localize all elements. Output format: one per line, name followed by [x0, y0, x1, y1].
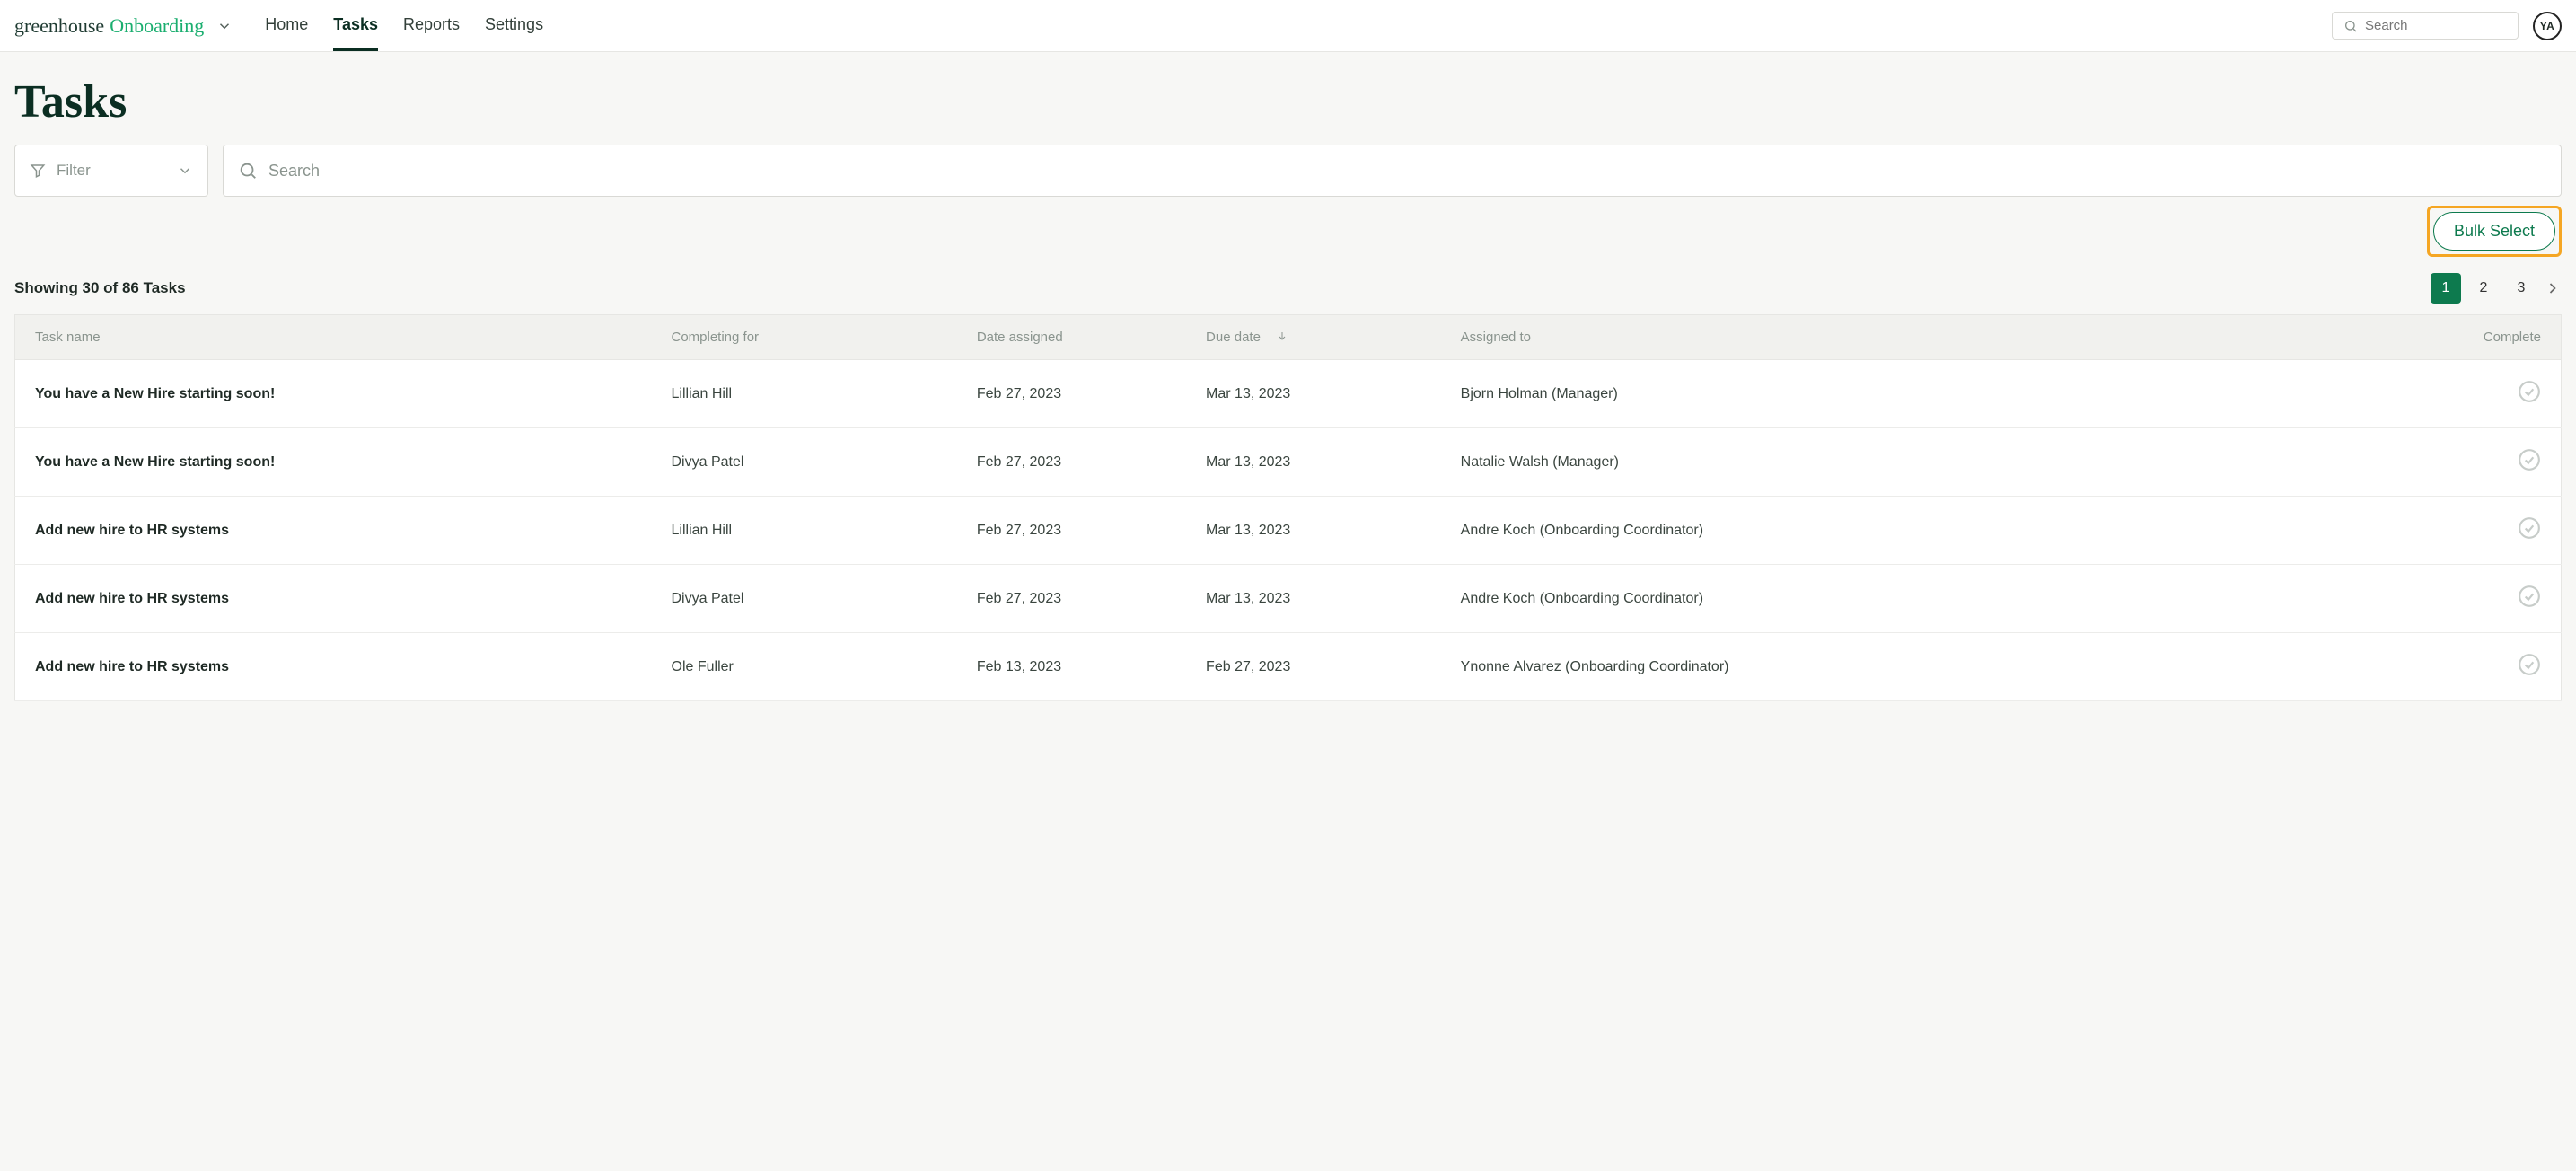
check-circle-icon [2518, 380, 2541, 403]
filter-dropdown[interactable]: Filter [14, 145, 208, 197]
table-row[interactable]: Add new hire to HR systemsLillian HillFe… [15, 497, 2562, 565]
filter-label: Filter [57, 162, 91, 180]
cell-complete [2383, 497, 2562, 565]
cell-date-assigned: Feb 27, 2023 [957, 360, 1186, 428]
nav-settings[interactable]: Settings [485, 1, 543, 51]
pagination: 1 2 3 [2431, 273, 2562, 304]
cell-due-date: Feb 27, 2023 [1186, 633, 1441, 701]
col-assigned-to[interactable]: Assigned to [1441, 315, 2383, 360]
cell-date-assigned: Feb 27, 2023 [957, 497, 1186, 565]
page-search[interactable] [223, 145, 2562, 197]
col-date-assigned[interactable]: Date assigned [957, 315, 1186, 360]
cell-complete [2383, 565, 2562, 633]
bulk-select-highlight: Bulk Select [2427, 206, 2562, 257]
chevron-down-icon [177, 163, 193, 179]
cell-assigned-to: Andre Koch (Onboarding Coordinator) [1441, 497, 2383, 565]
cell-complete [2383, 428, 2562, 497]
filter-bar: Filter [14, 145, 2562, 197]
complete-toggle[interactable] [2518, 448, 2541, 471]
page-next[interactable] [2544, 279, 2562, 297]
cell-completing-for: Divya Patel [652, 565, 957, 633]
nav-home[interactable]: Home [265, 1, 308, 51]
cell-due-date: Mar 13, 2023 [1186, 565, 1441, 633]
cell-assigned-to: Ynonne Alvarez (Onboarding Coordinator) [1441, 633, 2383, 701]
cell-assigned-to: Natalie Walsh (Manager) [1441, 428, 2383, 497]
col-completing-for[interactable]: Completing for [652, 315, 957, 360]
table-row[interactable]: Add new hire to HR systemsOle FullerFeb … [15, 633, 2562, 701]
page-title: Tasks [14, 75, 2562, 128]
cell-date-assigned: Feb 27, 2023 [957, 565, 1186, 633]
page-2[interactable]: 2 [2468, 273, 2499, 304]
cell-assigned-to: Andre Koch (Onboarding Coordinator) [1441, 565, 2383, 633]
top-bar: greenhouse Onboarding Home Tasks Reports… [0, 0, 2576, 52]
cell-task-name: Add new hire to HR systems [15, 497, 652, 565]
cell-complete [2383, 633, 2562, 701]
main-nav: Home Tasks Reports Settings [265, 1, 543, 51]
check-circle-icon [2518, 516, 2541, 540]
cell-completing-for: Lillian Hill [652, 360, 957, 428]
avatar-initials: YA [2540, 20, 2555, 32]
chevron-right-icon [2544, 279, 2562, 297]
nav-tasks[interactable]: Tasks [333, 1, 378, 51]
complete-toggle[interactable] [2518, 380, 2541, 403]
cell-task-name: Add new hire to HR systems [15, 633, 652, 701]
cell-completing-for: Lillian Hill [652, 497, 957, 565]
table-row[interactable]: Add new hire to HR systemsDivya PatelFeb… [15, 565, 2562, 633]
avatar[interactable]: YA [2533, 12, 2562, 40]
cell-date-assigned: Feb 27, 2023 [957, 428, 1186, 497]
col-due-date-label: Due date [1206, 330, 1261, 345]
table-row[interactable]: You have a New Hire starting soon!Lillia… [15, 360, 2562, 428]
cell-task-name: Add new hire to HR systems [15, 565, 652, 633]
sort-down-icon [1277, 330, 1288, 341]
cell-due-date: Mar 13, 2023 [1186, 428, 1441, 497]
col-due-date[interactable]: Due date [1186, 315, 1441, 360]
search-icon [238, 161, 258, 180]
cell-due-date: Mar 13, 2023 [1186, 360, 1441, 428]
cell-date-assigned: Feb 13, 2023 [957, 633, 1186, 701]
complete-toggle[interactable] [2518, 516, 2541, 540]
complete-toggle[interactable] [2518, 585, 2541, 608]
bulk-select-button[interactable]: Bulk Select [2433, 212, 2555, 251]
cell-task-name: You have a New Hire starting soon! [15, 360, 652, 428]
cell-complete [2383, 360, 2562, 428]
page-1[interactable]: 1 [2431, 273, 2461, 304]
table-row[interactable]: You have a New Hire starting soon!Divya … [15, 428, 2562, 497]
brand-part1: greenhouse [14, 14, 104, 38]
global-search[interactable] [2332, 12, 2519, 40]
nav-reports[interactable]: Reports [403, 1, 460, 51]
tasks-table: Task name Completing for Date assigned D… [14, 314, 2562, 701]
page-3[interactable]: 3 [2506, 273, 2536, 304]
showing-count: Showing 30 of 86 Tasks [14, 279, 186, 297]
page-search-input[interactable] [268, 145, 2546, 196]
cell-completing-for: Ole Fuller [652, 633, 957, 701]
brand-part2: Onboarding [110, 14, 204, 38]
cell-completing-for: Divya Patel [652, 428, 957, 497]
check-circle-icon [2518, 653, 2541, 676]
cell-assigned-to: Bjorn Holman (Manager) [1441, 360, 2383, 428]
cell-due-date: Mar 13, 2023 [1186, 497, 1441, 565]
col-task-name[interactable]: Task name [15, 315, 652, 360]
filter-icon [30, 163, 46, 179]
search-icon [2343, 19, 2358, 33]
check-circle-icon [2518, 448, 2541, 471]
col-complete[interactable]: Complete [2383, 315, 2562, 360]
check-circle-icon [2518, 585, 2541, 608]
global-search-input[interactable] [2365, 18, 2507, 33]
brand-logo[interactable]: greenhouse Onboarding [14, 14, 233, 38]
chevron-down-icon[interactable] [216, 18, 233, 34]
complete-toggle[interactable] [2518, 653, 2541, 676]
cell-task-name: You have a New Hire starting soon! [15, 428, 652, 497]
